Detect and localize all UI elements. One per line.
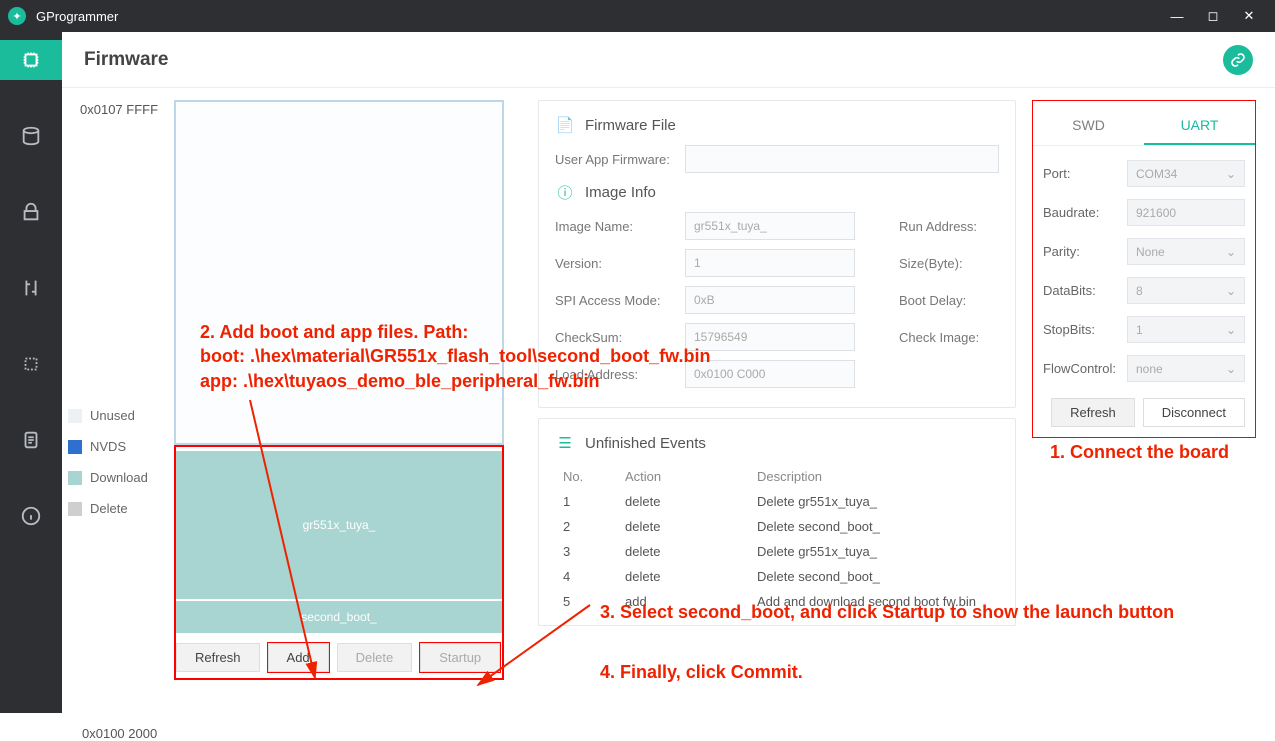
baud-input[interactable]: 921600 <box>1127 199 1245 226</box>
minimize-button[interactable]: — <box>1159 4 1195 28</box>
load-addr-input[interactable] <box>685 360 855 388</box>
nav-chip[interactable] <box>0 344 62 384</box>
info-icon: ⓘ <box>555 182 575 202</box>
user-app-input[interactable] <box>685 145 999 173</box>
tab-swd[interactable]: SWD <box>1033 107 1144 145</box>
app-title: GProgrammer <box>36 9 1159 24</box>
chevron-down-icon: ⌄ <box>1226 167 1236 181</box>
parity-select[interactable]: None⌄ <box>1127 238 1245 265</box>
firmware-file-panel: 📄Firmware File User App Firmware: ⓘImage… <box>538 100 1016 408</box>
addr-top: 0x0107 FFFF <box>74 100 174 445</box>
page-title: Firmware <box>84 49 1223 71</box>
events-table: No.ActionDescription 1deleteDelete gr551… <box>555 463 999 615</box>
tab-uart[interactable]: UART <box>1144 107 1255 145</box>
disconnect-button[interactable]: Disconnect <box>1143 398 1245 427</box>
startup-button[interactable]: Startup <box>420 643 500 672</box>
image-name-input[interactable] <box>685 212 855 240</box>
events-panel: ☰Unfinished Events No.ActionDescription … <box>538 418 1016 626</box>
nav-about[interactable] <box>0 496 62 536</box>
port-select[interactable]: COM34⌄ <box>1127 160 1245 187</box>
table-row: 5addAdd and download second boot fw.bin <box>557 590 997 613</box>
nav-firmware[interactable] <box>0 40 62 80</box>
chevron-down-icon: ⌄ <box>1226 362 1236 376</box>
nav-log[interactable] <box>0 420 62 460</box>
add-button[interactable]: Add <box>268 643 329 672</box>
chevron-down-icon: ⌄ <box>1226 284 1236 298</box>
table-row: 1deleteDelete gr551x_tuya_ <box>557 490 997 513</box>
delete-button[interactable]: Delete <box>337 643 413 672</box>
maximize-button[interactable]: ◻ <box>1195 4 1231 28</box>
chevron-down-icon: ⌄ <box>1226 323 1236 337</box>
memory-map-download: gr551x_tuya_ second_boot_ Refresh Add De… <box>174 445 504 680</box>
side-nav <box>0 32 62 713</box>
app-logo-icon: ✦ <box>8 7 26 25</box>
table-row: 3deleteDelete gr551x_tuya_ <box>557 540 997 563</box>
memory-map-upper <box>174 100 504 445</box>
addr-bottom: 0x0100 2000 <box>82 726 157 741</box>
nav-tools[interactable] <box>0 268 62 308</box>
flow-select[interactable]: none⌄ <box>1127 355 1245 382</box>
nav-storage[interactable] <box>0 116 62 156</box>
close-button[interactable]: ✕ <box>1231 4 1267 28</box>
table-row: 2deleteDelete second_boot_ <box>557 515 997 538</box>
block-app[interactable]: gr551x_tuya_ <box>176 451 502 601</box>
legend: Unused NVDS Download Delete <box>68 408 148 532</box>
version-input[interactable] <box>685 249 855 277</box>
chevron-down-icon: ⌄ <box>1226 245 1236 259</box>
databits-select[interactable]: 8⌄ <box>1127 277 1245 304</box>
conn-refresh-button[interactable]: Refresh <box>1051 398 1135 427</box>
nav-encrypt[interactable] <box>0 192 62 232</box>
table-row: 4deleteDelete second_boot_ <box>557 565 997 588</box>
block-bootloader[interactable]: second_boot_ <box>176 601 502 635</box>
list-icon: ☰ <box>555 433 575 453</box>
refresh-button[interactable]: Refresh <box>176 643 260 672</box>
connect-panel: SWD UART Port:COM34⌄ Baudrate:921600 Par… <box>1032 100 1256 438</box>
link-icon[interactable] <box>1223 45 1253 75</box>
checksum-input[interactable] <box>685 323 855 351</box>
spi-input[interactable] <box>685 286 855 314</box>
title-bar: ✦ GProgrammer — ◻ ✕ <box>0 0 1275 32</box>
file-icon: 📄 <box>555 115 575 135</box>
stopbits-select[interactable]: 1⌄ <box>1127 316 1245 343</box>
